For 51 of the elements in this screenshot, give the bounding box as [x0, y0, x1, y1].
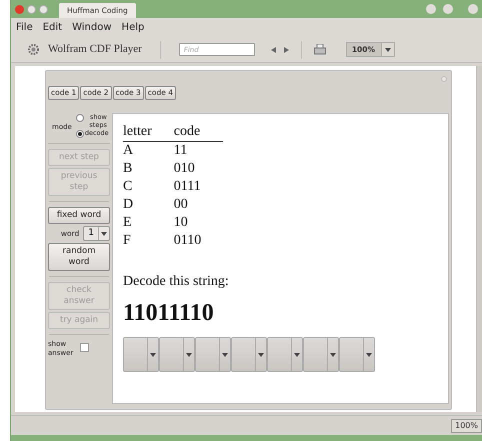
caret-icon — [330, 352, 336, 356]
caret-icon — [366, 352, 372, 356]
mode-radio[interactable] — [76, 114, 84, 122]
answer-dropdown[interactable] — [339, 337, 375, 372]
caret-icon — [101, 232, 107, 236]
menu-item[interactable]: File — [16, 20, 33, 35]
column-header: code — [174, 117, 224, 142]
table-cell-text: 0110 — [174, 232, 202, 250]
table-cell-text: 010 — [174, 160, 196, 178]
gear-icon — [27, 43, 40, 56]
table-cell: 11 — [174, 142, 224, 160]
printer-icon[interactable] — [314, 44, 326, 55]
table-cell: F — [123, 232, 174, 250]
table-cell: B — [123, 160, 174, 178]
mode-radio[interactable] — [76, 130, 84, 138]
table-cell-text: 10 — [174, 214, 189, 232]
answer-dropdown[interactable] — [195, 337, 231, 372]
answer-dropdown[interactable] — [159, 337, 195, 372]
column-header: letter — [123, 117, 174, 142]
caret-icon — [294, 352, 300, 356]
answer-dropdown[interactable] — [303, 337, 339, 372]
panel-button[interactable]: fixed word — [48, 207, 110, 224]
table-cell-text: E — [123, 214, 133, 232]
next-icon[interactable] — [284, 46, 289, 52]
table-cell: D — [123, 196, 174, 214]
caret-icon — [222, 352, 228, 356]
table-cell: C — [123, 178, 174, 196]
show-answer-checkbox[interactable] — [80, 343, 89, 352]
app-brand: Wolfram CDF Player — [48, 42, 142, 58]
encoded-string: 11011110 — [123, 299, 215, 327]
caret-icon — [385, 48, 391, 52]
answer-dropdown[interactable] — [123, 337, 159, 372]
menu-item[interactable]: Edit — [42, 20, 62, 35]
panel-button[interactable]: random word — [48, 243, 110, 271]
panel-options-icon[interactable] — [441, 76, 447, 82]
table-cell: A — [123, 142, 174, 160]
answer-dropdown[interactable] — [267, 337, 303, 372]
previous-icon[interactable] — [270, 46, 276, 52]
minimize-icon[interactable] — [27, 4, 36, 14]
status-zoom: 100% — [451, 418, 482, 432]
table-cell-text: 0111 — [174, 178, 202, 196]
answer-dropdown[interactable] — [231, 337, 267, 372]
menu-item[interactable]: Window — [72, 20, 112, 35]
menu-item[interactable]: Help — [122, 20, 144, 35]
caret-icon — [186, 352, 192, 356]
word-select[interactable]: 1 — [83, 226, 110, 241]
maximize-icon[interactable] — [39, 4, 48, 14]
table-cell-text: 00 — [174, 196, 189, 214]
caret-icon — [258, 352, 264, 356]
caret-icon — [150, 352, 156, 356]
decode-prompt: Decode this string: — [123, 273, 230, 291]
